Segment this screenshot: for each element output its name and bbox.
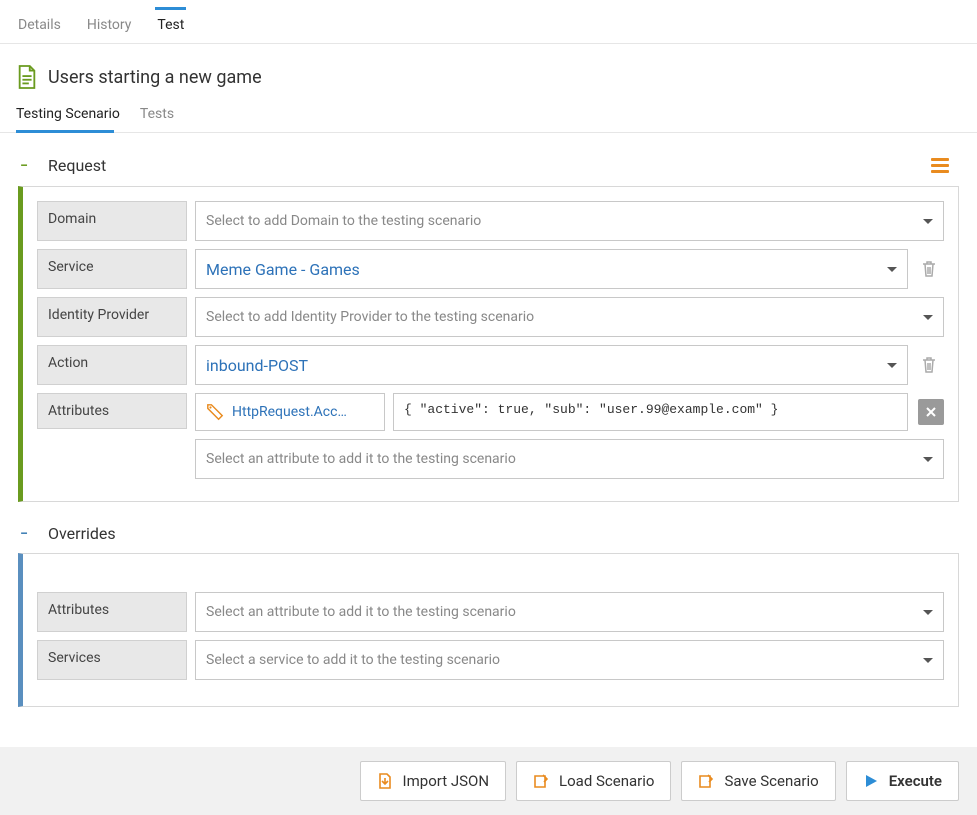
page-title-row: Users starting a new game <box>0 44 977 100</box>
row-service: Service Meme Game - Games <box>37 249 944 289</box>
sub-tab-testing-scenario[interactable]: Testing Scenario <box>16 100 120 132</box>
attribute-value-input[interactable] <box>393 393 908 431</box>
select-action[interactable]: inbound-POST <box>195 345 908 385</box>
document-icon <box>16 64 38 90</box>
select-add-attribute[interactable]: Select an attribute to add it to the tes… <box>195 439 944 479</box>
tab-history[interactable]: History <box>85 7 134 43</box>
top-tabs: Details History Test <box>0 0 977 44</box>
tab-details[interactable]: Details <box>16 7 63 43</box>
label-override-attributes: Attributes <box>37 592 187 632</box>
chevron-down-icon <box>923 610 933 615</box>
execute-label: Execute <box>889 772 942 790</box>
select-domain-placeholder: Select to add Domain to the testing scen… <box>206 213 481 229</box>
chevron-down-icon <box>923 315 933 320</box>
label-attributes: Attributes <box>37 393 187 429</box>
execute-button[interactable]: Execute <box>846 761 959 801</box>
row-action: Action inbound-POST <box>37 345 944 385</box>
sub-tab-tests[interactable]: Tests <box>140 100 174 132</box>
sub-tab-indicator <box>16 130 114 133</box>
close-icon <box>926 407 936 417</box>
footer-toolbar: Import JSON Load Scenario Save Scenario … <box>0 747 977 815</box>
row-domain: Domain Select to add Domain to the testi… <box>37 201 944 241</box>
select-action-value: inbound-POST <box>206 356 308 375</box>
load-scenario-label: Load Scenario <box>559 772 654 790</box>
import-json-button[interactable]: Import JSON <box>360 761 507 801</box>
page-title: Users starting a new game <box>48 67 262 88</box>
label-service: Service <box>37 249 187 289</box>
request-section-header: − Request <box>0 133 977 186</box>
load-icon <box>533 773 549 789</box>
sub-tabs: Testing Scenario Tests <box>0 100 977 133</box>
attribute-entry: HttpRequest.Acc… <box>195 393 944 431</box>
overrides-panel: Attributes Select an attribute to add it… <box>18 553 959 707</box>
request-section-title: Request <box>48 156 931 175</box>
row-override-services: Services Select a service to add it to t… <box>37 640 944 680</box>
attribute-tag[interactable]: HttpRequest.Acc… <box>195 393 385 431</box>
label-identity-provider: Identity Provider <box>37 297 187 337</box>
collapse-toggle-request[interactable]: − <box>18 158 30 174</box>
attribute-tag-text: HttpRequest.Acc… <box>232 404 347 420</box>
save-scenario-label: Save Scenario <box>724 772 818 790</box>
save-icon <box>698 773 714 789</box>
select-add-attribute-placeholder: Select an attribute to add it to the tes… <box>206 451 516 467</box>
overrides-section-title: Overrides <box>48 524 949 543</box>
chevron-down-icon <box>923 219 933 224</box>
save-scenario-button[interactable]: Save Scenario <box>681 761 835 801</box>
trash-icon <box>921 260 937 278</box>
remove-attribute-button[interactable] <box>918 399 944 425</box>
chevron-down-icon <box>887 267 897 272</box>
tab-test[interactable]: Test <box>155 7 186 43</box>
chevron-down-icon <box>923 457 933 462</box>
select-override-attribute[interactable]: Select an attribute to add it to the tes… <box>195 592 944 632</box>
chevron-down-icon <box>923 658 933 663</box>
label-override-services: Services <box>37 640 187 680</box>
select-domain[interactable]: Select to add Domain to the testing scen… <box>195 201 944 241</box>
select-override-service-placeholder: Select a service to add it to the testin… <box>206 652 500 668</box>
import-icon <box>377 773 393 789</box>
select-identity-provider[interactable]: Select to add Identity Provider to the t… <box>195 297 944 337</box>
menu-icon[interactable] <box>931 155 949 176</box>
collapse-toggle-overrides[interactable]: − <box>18 526 30 542</box>
import-json-label: Import JSON <box>403 772 490 790</box>
trash-icon <box>921 356 937 374</box>
select-idp-placeholder: Select to add Identity Provider to the t… <box>206 309 534 325</box>
label-domain: Domain <box>37 201 187 241</box>
load-scenario-button[interactable]: Load Scenario <box>516 761 671 801</box>
attribute-add-row: Select an attribute to add it to the tes… <box>195 439 944 479</box>
tag-icon <box>206 403 224 421</box>
request-panel: Domain Select to add Domain to the testi… <box>18 186 959 502</box>
row-attributes: Attributes HttpRequest.Acc… Select an at… <box>37 393 944 479</box>
select-service-value: Meme Game - Games <box>206 260 360 279</box>
play-icon <box>863 773 879 789</box>
row-override-attributes: Attributes Select an attribute to add it… <box>37 592 944 632</box>
delete-service-button[interactable] <box>914 249 944 289</box>
select-override-attribute-placeholder: Select an attribute to add it to the tes… <box>206 604 516 620</box>
row-identity-provider: Identity Provider Select to add Identity… <box>37 297 944 337</box>
delete-action-button[interactable] <box>914 345 944 385</box>
overrides-section-header: − Overrides <box>0 502 977 553</box>
chevron-down-icon <box>887 363 897 368</box>
select-service[interactable]: Meme Game - Games <box>195 249 908 289</box>
label-action: Action <box>37 345 187 385</box>
select-override-service[interactable]: Select a service to add it to the testin… <box>195 640 944 680</box>
